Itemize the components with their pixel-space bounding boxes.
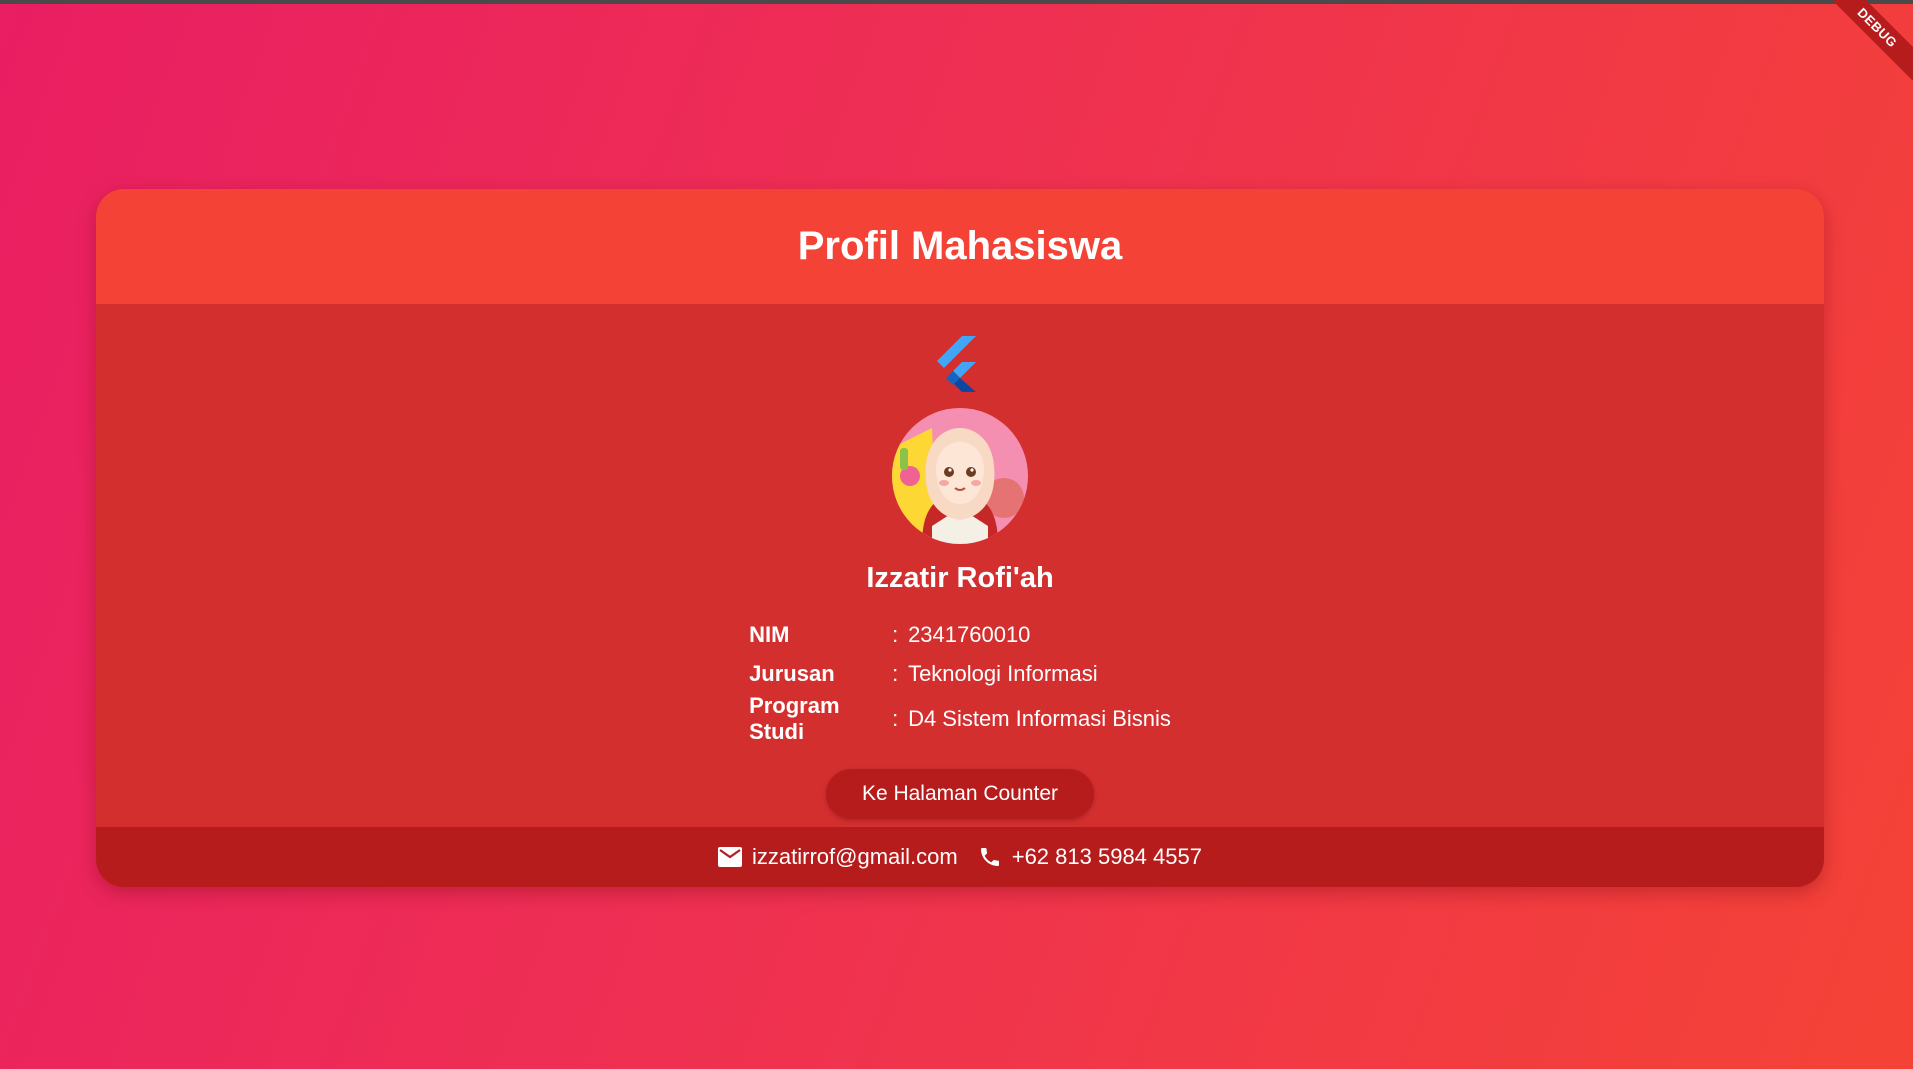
debug-banner-container: DEBUG	[1833, 0, 1913, 80]
counter-page-button[interactable]: Ke Halaman Counter	[826, 769, 1094, 819]
avatar	[892, 408, 1028, 544]
email-contact: izzatirrof@gmail.com	[718, 844, 958, 870]
info-colon: :	[892, 660, 899, 686]
info-label: NIM	[749, 621, 790, 647]
email-icon	[718, 847, 743, 867]
info-row-program-studi: Program Studi : D4 Sistem Informasi Bisn…	[749, 693, 1171, 745]
debug-banner: DEBUG	[1833, 0, 1913, 80]
student-name: Izzatir Rofi'ah	[866, 562, 1054, 594]
profile-card: Profil Mahasiswa Izzatir Rofi'ah NIM: 2…	[96, 189, 1824, 887]
info-row-nim: NIM : 2341760010	[749, 615, 1171, 654]
card-body: Izzatir Rofi'ah NIM : 2341760010 Jurusan…	[96, 304, 1824, 827]
phone-text: +62 813 5984 4557	[1011, 844, 1202, 869]
info-colon: :	[892, 621, 899, 647]
student-info-table: NIM : 2341760010 Jurusan : Teknologi Inf…	[749, 615, 1171, 745]
info-value: D4 Sistem Informasi Bisnis	[908, 706, 1171, 731]
window-top-bar	[0, 0, 1913, 4]
info-label: Jurusan	[749, 660, 835, 686]
info-colon: :	[892, 706, 899, 731]
info-value: Teknologi Informasi	[908, 660, 1098, 686]
phone-contact: +62 813 5984 4557	[978, 844, 1202, 870]
info-row-jurusan: Jurusan : Teknologi Informasi	[749, 654, 1171, 693]
info-label: Program Studi	[749, 693, 840, 744]
email-text: izzatirrof@gmail.com	[752, 844, 958, 869]
flutter-logo-icon	[936, 336, 984, 392]
page-title: Profil Mahasiswa	[797, 224, 1123, 268]
card-footer: izzatirrof@gmail.com +62 813 5984 4557	[96, 827, 1824, 887]
info-value: 2341760010	[908, 621, 1031, 647]
phone-icon	[980, 848, 999, 866]
card-header: Profil Mahasiswa	[96, 189, 1824, 304]
